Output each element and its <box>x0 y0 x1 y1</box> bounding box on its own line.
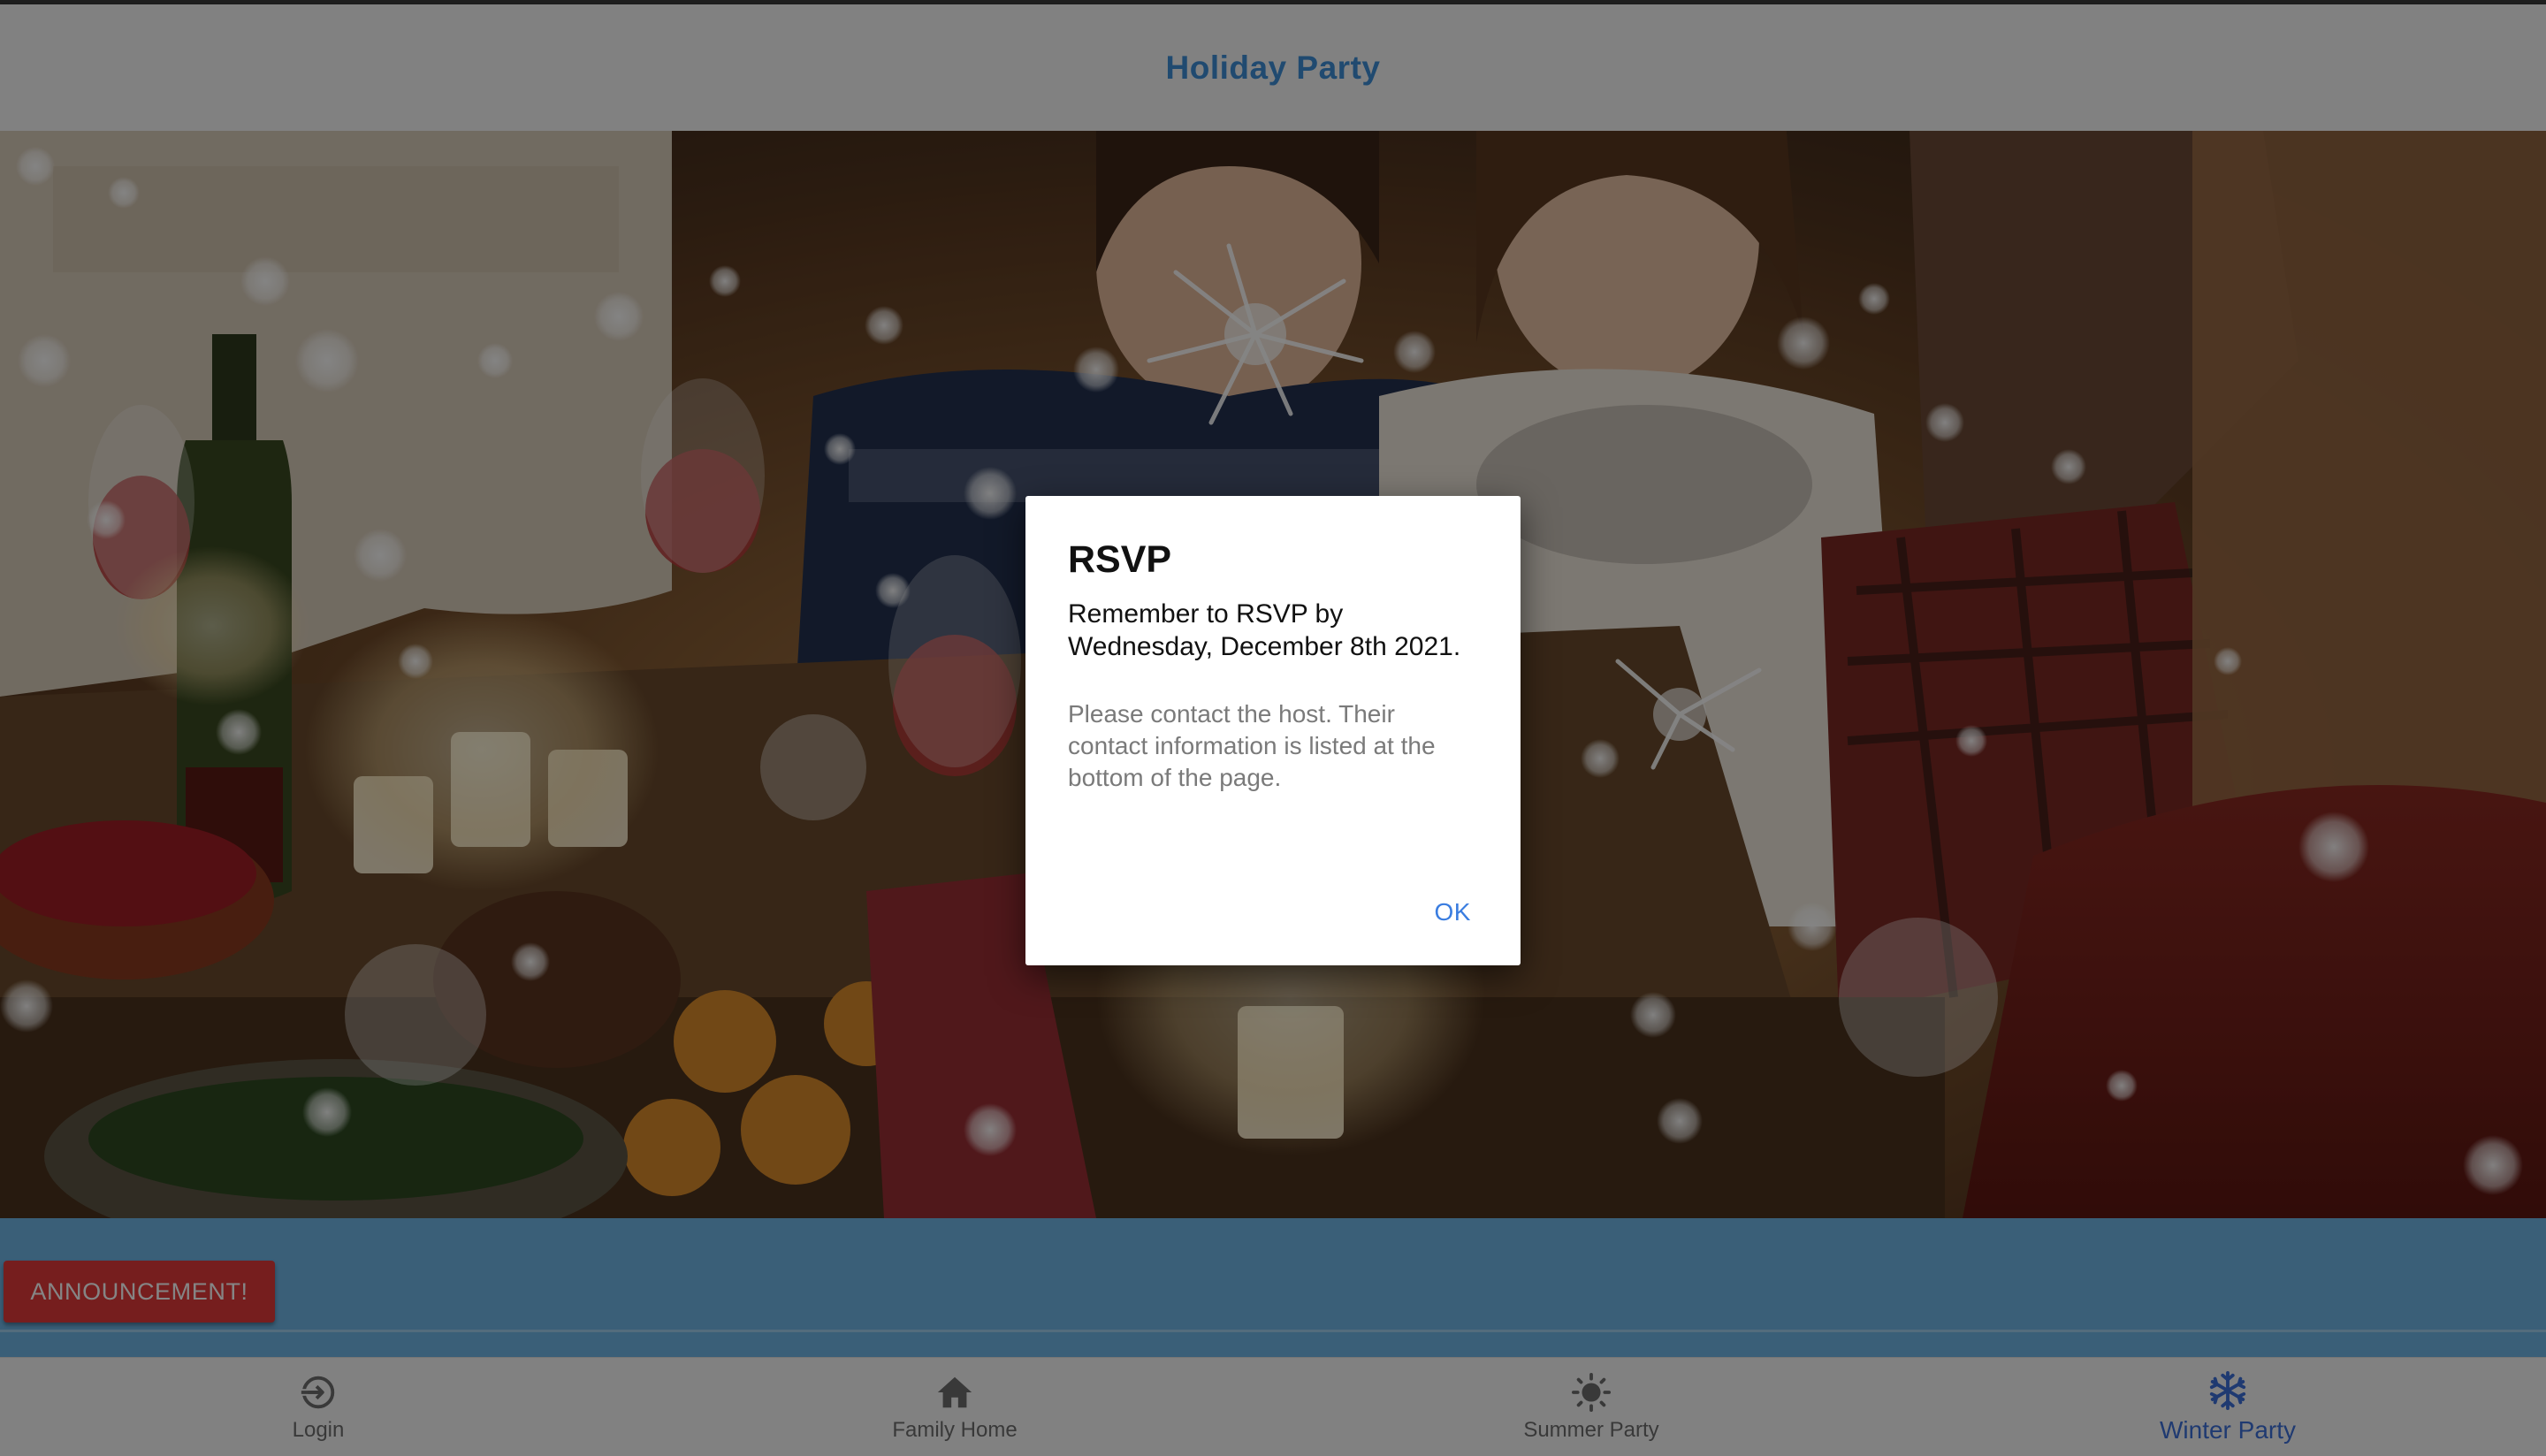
dialog-title: RSVP <box>1068 538 1172 581</box>
dialog-message: Remember to RSVP by Wednesday, December … <box>1068 599 1461 661</box>
rsvp-dialog: RSVP Remember to RSVP by Wednesday, Dece… <box>1025 496 1521 965</box>
app-root: Holiday Party ANNOUNCEMENT! Login Family… <box>0 0 2546 1456</box>
dialog-ok-button[interactable]: OK <box>1424 891 1482 934</box>
dialog-submessage: Please contact the host. Their contact i… <box>1068 700 1436 791</box>
